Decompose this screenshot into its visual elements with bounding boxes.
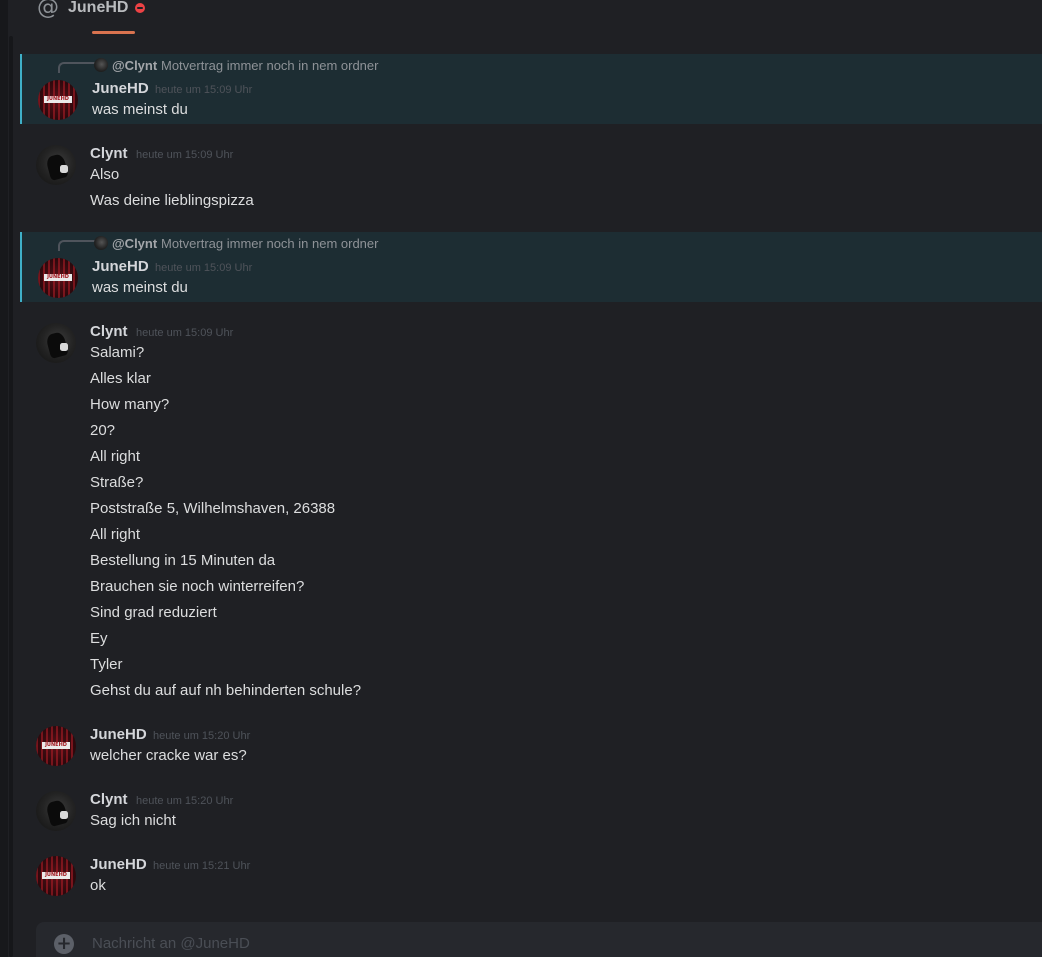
message-line: Gehst du auf auf nh behinderten schule? (90, 682, 362, 699)
avatar[interactable]: JUNEHD (36, 726, 76, 766)
left-edge (0, 0, 8, 957)
message-line: Ey (90, 630, 108, 647)
timestamp: heute um 15:20 Uhr (153, 730, 251, 742)
channel-header: @ JuneHD (0, 0, 1042, 40)
author-name[interactable]: Clynt (90, 791, 128, 809)
message-m4[interactable]: Clynt heute um 15:09 Uhr Salami? Alles k… (20, 318, 1042, 708)
author-name[interactable]: Clynt (90, 145, 128, 163)
timestamp: heute um 15:09 Uhr (136, 327, 234, 339)
message-line: was meinst du (92, 101, 188, 118)
message-line: How many? (90, 396, 170, 413)
reply-spine (58, 240, 96, 251)
message-line: Sag ich nicht (90, 812, 176, 829)
message-line: Brauchen sie noch winterreifen? (90, 578, 305, 595)
message-line: 20? (90, 422, 116, 439)
message-line: Poststraße 5, Wilhelmshaven, 26388 (90, 500, 336, 517)
author-name[interactable]: JuneHD (90, 726, 147, 744)
avatar[interactable] (36, 145, 76, 185)
timestamp: heute um 15:09 Uhr (155, 262, 253, 274)
avatar[interactable]: JUNEHD (38, 80, 78, 120)
plus-icon[interactable]: + (54, 934, 74, 954)
message-line: ok (90, 877, 106, 894)
timestamp: heute um 15:09 Uhr (136, 149, 234, 161)
message-m7[interactable]: JUNEHD JuneHD heute um 15:21 Uhr ok (20, 851, 1042, 903)
message-line: Was deine lieblingspizza (90, 192, 254, 209)
avatar[interactable]: JUNEHD (38, 258, 78, 298)
scrollbar[interactable] (9, 36, 13, 957)
reply-text[interactable]: Motvertrag immer noch in nem ordner (161, 58, 378, 74)
reply-author[interactable]: @Clynt (112, 236, 157, 252)
message-line: Salami? (90, 344, 145, 361)
message-line: Tyler (90, 656, 123, 673)
message-m1[interactable]: @Clynt Motvertrag immer noch in nem ordn… (20, 54, 1042, 124)
timestamp: heute um 15:21 Uhr (153, 860, 251, 872)
message-composer[interactable]: + Nachricht an @JuneHD (36, 922, 1042, 957)
message-line: Alles klar (90, 370, 151, 387)
page-title[interactable]: JuneHD (68, 0, 128, 17)
message-line: Also (90, 166, 120, 183)
message-m5[interactable]: JUNEHD JuneHD heute um 15:20 Uhr welcher… (20, 721, 1042, 773)
reply-spine (58, 62, 96, 73)
avatar-badge: JUNEHD (42, 872, 70, 879)
author-name[interactable]: JuneHD (90, 856, 147, 874)
reply-avatar (94, 58, 108, 72)
author-name[interactable]: JuneHD (92, 258, 149, 276)
message-line: All right (90, 448, 141, 465)
avatar[interactable] (36, 323, 76, 363)
reply-author[interactable]: @Clynt (112, 58, 157, 74)
author-name[interactable]: Clynt (90, 323, 128, 341)
chat-window: @ JuneHD @Clynt Motvertrag immer noch in… (0, 0, 1042, 957)
message-input[interactable]: Nachricht an @JuneHD (92, 935, 250, 953)
message-line: welcher cracke war es? (90, 747, 247, 764)
avatar-badge: JUNEHD (42, 742, 70, 749)
reply-avatar (94, 236, 108, 250)
reply-text[interactable]: Motvertrag immer noch in nem ordner (161, 236, 378, 252)
message-line: Bestellung in 15 Minuten da (90, 552, 276, 569)
timestamp: heute um 15:09 Uhr (155, 84, 253, 96)
message-line: was meinst du (92, 279, 188, 296)
do-not-disturb-icon (135, 3, 145, 13)
avatar-badge: JUNEHD (44, 96, 72, 103)
timestamp: heute um 15:20 Uhr (136, 795, 234, 807)
message-m3[interactable]: @Clynt Motvertrag immer noch in nem ordn… (20, 232, 1042, 302)
message-m2[interactable]: Clynt heute um 15:09 Uhr Also Was deine … (20, 140, 1042, 220)
message-line: Sind grad reduziert (90, 604, 217, 621)
message-m6[interactable]: Clynt heute um 15:20 Uhr Sag ich nicht (20, 786, 1042, 838)
header-underline (92, 31, 135, 34)
avatar[interactable]: JUNEHD (36, 856, 76, 896)
avatar-badge: JUNEHD (44, 274, 72, 281)
message-line: Straße? (90, 474, 144, 491)
at-icon: @ (37, 0, 59, 20)
message-line: All right (90, 526, 141, 543)
avatar[interactable] (36, 791, 76, 831)
author-name[interactable]: JuneHD (92, 80, 149, 98)
